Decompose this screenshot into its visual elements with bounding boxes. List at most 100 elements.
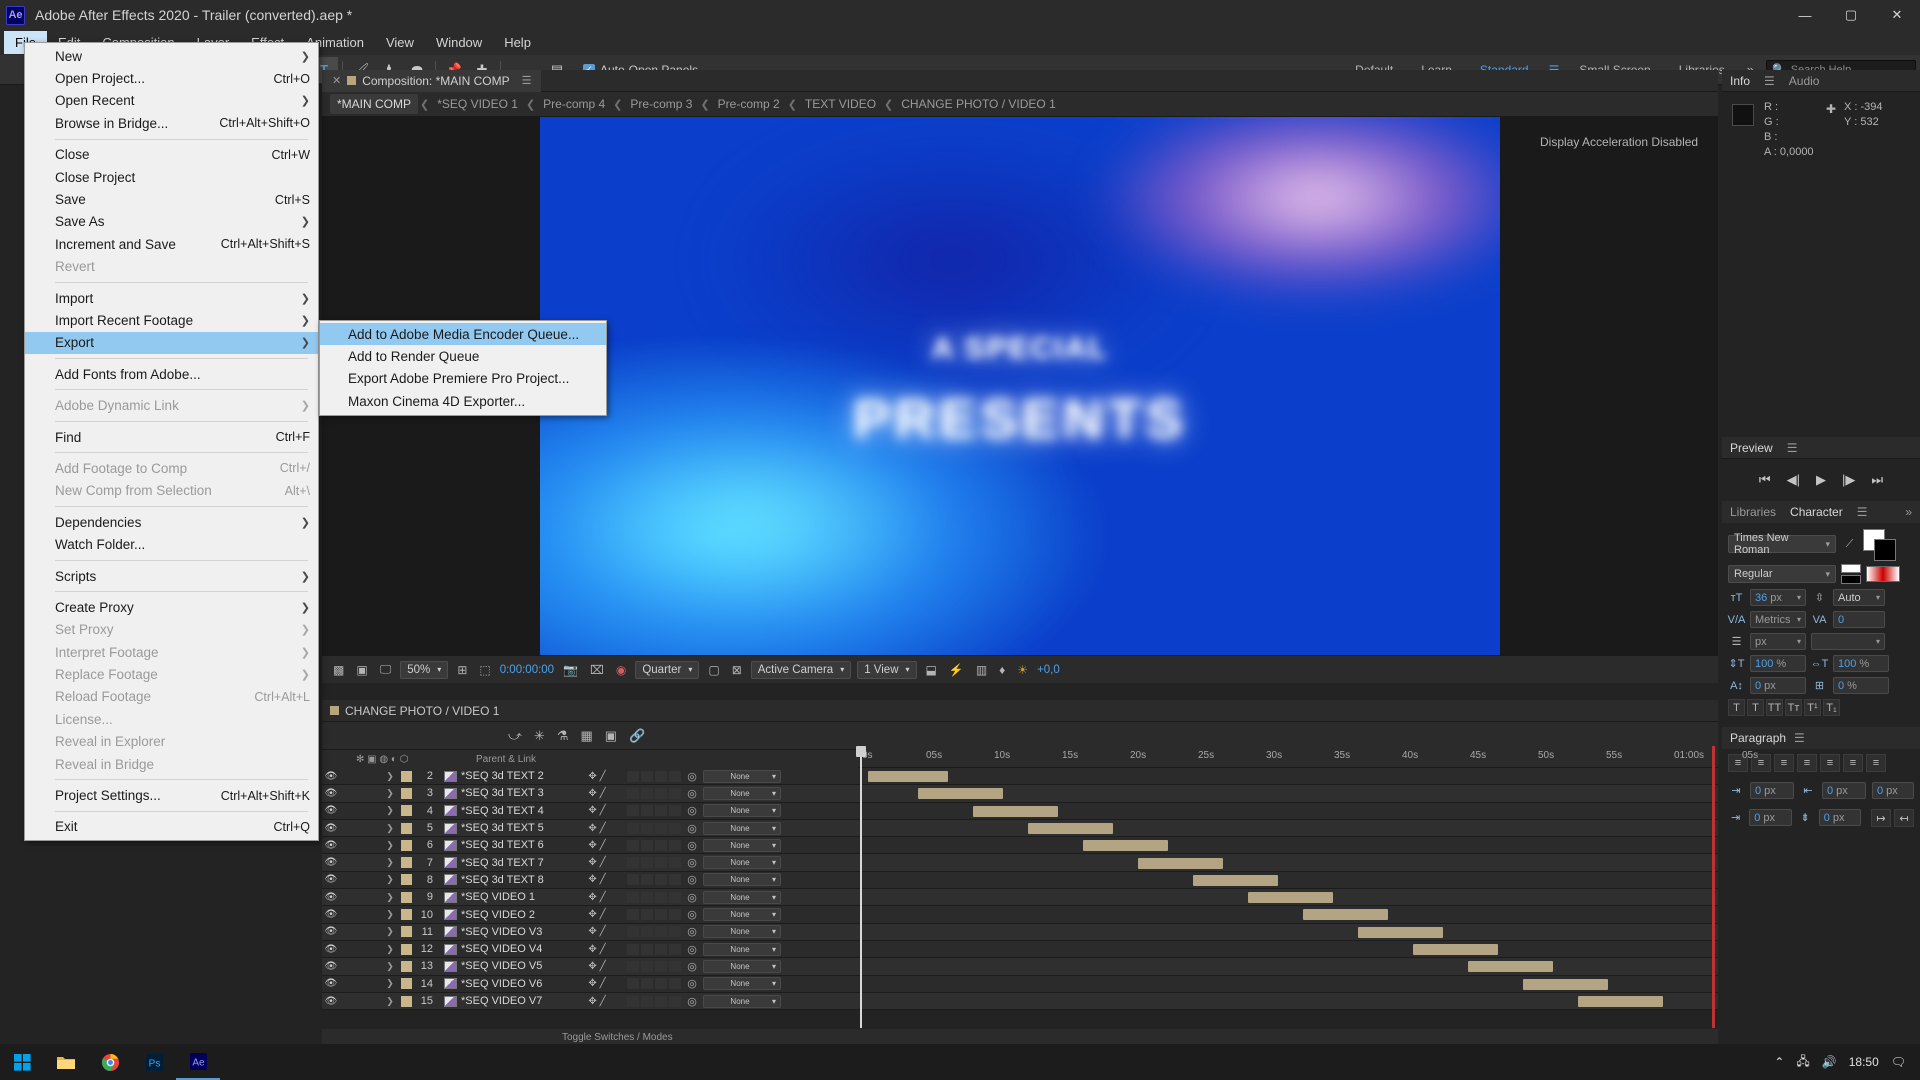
minimize-button[interactable]: — bbox=[1782, 0, 1828, 30]
layer-switches[interactable]: ✥ ╱ bbox=[573, 926, 621, 937]
parent-pickwhip-icon[interactable]: ◎ bbox=[681, 977, 703, 990]
tab-paragraph[interactable]: Paragraph bbox=[1730, 731, 1786, 745]
layer-switch-boxes[interactable] bbox=[621, 960, 681, 972]
layer-switches[interactable]: ✥ ╱ bbox=[573, 978, 621, 989]
menu-view[interactable]: View bbox=[375, 31, 425, 54]
layer-switch-boxes[interactable] bbox=[621, 926, 681, 938]
timeline-bars-area[interactable] bbox=[858, 768, 1718, 1028]
layer-duration-bar[interactable] bbox=[1413, 944, 1498, 955]
hide-shy-icon[interactable]: ▣ bbox=[605, 728, 617, 744]
parent-select[interactable]: None ▾ bbox=[703, 769, 781, 783]
layer-name[interactable]: *SEQ VIDEO 2 bbox=[461, 909, 573, 921]
layer-duration-bar[interactable] bbox=[1303, 909, 1388, 921]
first-frame-button[interactable]: ⏮ bbox=[1759, 472, 1771, 488]
layer-name[interactable]: *SEQ VIDEO V4 bbox=[461, 943, 573, 955]
export-submenu-item-1[interactable]: Add to Render Queue bbox=[320, 345, 606, 367]
tab-libraries[interactable]: Libraries bbox=[1730, 505, 1776, 519]
link-icon[interactable]: 🔗 bbox=[629, 728, 645, 744]
brainstorm-icon[interactable]: ⚗ bbox=[557, 728, 569, 744]
export-submenu-item-2[interactable]: Export Adobe Premiere Pro Project... bbox=[320, 368, 606, 390]
baseline-shift-field[interactable]: 0 px bbox=[1750, 677, 1806, 694]
paragraph-panel-menu-icon[interactable]: ☰ bbox=[1794, 731, 1805, 745]
layer-color-swatch[interactable] bbox=[398, 891, 415, 903]
layer-switch-boxes[interactable] bbox=[621, 770, 681, 782]
play-button[interactable]: ▶ bbox=[1816, 472, 1826, 488]
layer-switches[interactable]: ✥ ╱ bbox=[573, 771, 621, 782]
layer-name[interactable]: *SEQ VIDEO V7 bbox=[461, 995, 573, 1007]
eye-icon[interactable]: 👁 bbox=[322, 840, 340, 851]
graph-editor-icon[interactable]: ⤻ bbox=[508, 728, 522, 744]
layer-name[interactable]: *SEQ VIDEO 1 bbox=[461, 891, 573, 903]
eye-icon[interactable]: 👁 bbox=[322, 961, 340, 972]
eye-icon[interactable]: 👁 bbox=[322, 944, 340, 955]
close-button[interactable]: ✕ bbox=[1874, 0, 1920, 30]
layer-duration-bar[interactable] bbox=[868, 771, 948, 782]
toggle-transparency-icon[interactable]: ▩ bbox=[330, 663, 347, 677]
layer-switch-boxes[interactable] bbox=[621, 943, 681, 955]
indent-left-field[interactable]: 0 px bbox=[1750, 782, 1794, 799]
layer-duration-bar[interactable] bbox=[1083, 840, 1168, 852]
parent-select[interactable]: None ▾ bbox=[703, 959, 781, 973]
eyedropper-icon[interactable]: ⟋ bbox=[1841, 536, 1858, 553]
parent-select[interactable]: None ▾ bbox=[703, 994, 781, 1008]
breadcrumb-item-5[interactable]: TEXT VIDEO bbox=[799, 97, 882, 111]
faux-bold-button[interactable]: T bbox=[1728, 699, 1745, 716]
file-menu-item-dependencies[interactable]: Dependencies ❯ bbox=[25, 511, 318, 533]
reset-exposure-icon[interactable]: ☀ bbox=[1014, 663, 1031, 677]
file-menu-item-find[interactable]: Find Ctrl+F bbox=[25, 426, 318, 448]
layer-color-swatch[interactable] bbox=[398, 960, 415, 972]
eye-icon[interactable]: 👁 bbox=[322, 926, 340, 937]
eye-icon[interactable]: 👁 bbox=[322, 805, 340, 816]
network-icon[interactable]: 🖧 bbox=[1796, 1052, 1809, 1073]
grid-snap-icon[interactable]: ▦ bbox=[580, 728, 592, 744]
parent-pickwhip-icon[interactable]: ◎ bbox=[681, 822, 703, 835]
file-menu-item-save-as[interactable]: Save As ❯ bbox=[25, 211, 318, 233]
layer-switch-boxes[interactable] bbox=[621, 787, 681, 799]
font-style-select[interactable]: Regular ▾ bbox=[1728, 565, 1836, 583]
expand-icon[interactable]: ❯ bbox=[382, 978, 398, 989]
file-menu-item-import[interactable]: Import ❯ bbox=[25, 287, 318, 309]
file-menu-item-scripts[interactable]: Scripts ❯ bbox=[25, 565, 318, 587]
layer-switches[interactable]: ✥ ╱ bbox=[573, 788, 621, 799]
fast-previews-icon[interactable]: ⚡ bbox=[946, 663, 967, 677]
parent-select[interactable]: None ▾ bbox=[703, 942, 781, 956]
notifications-icon[interactable]: 🗨 bbox=[1891, 1055, 1906, 1069]
character-overflow-icon[interactable]: » bbox=[1905, 505, 1912, 519]
expand-icon[interactable]: ❯ bbox=[382, 857, 398, 868]
layer-duration-bar[interactable] bbox=[1578, 995, 1663, 1007]
breadcrumb-item-1[interactable]: *SEQ VIDEO 1 bbox=[431, 97, 524, 111]
layer-color-swatch[interactable] bbox=[398, 943, 415, 955]
black-swatch[interactable] bbox=[1841, 575, 1861, 584]
layer-switch-boxes[interactable] bbox=[621, 839, 681, 851]
layer-name[interactable]: *SEQ 3d TEXT 5 bbox=[461, 822, 573, 834]
layer-switches[interactable]: ✥ ╱ bbox=[573, 805, 621, 816]
tab-composition[interactable]: ✕ Composition: *MAIN COMP ☰ bbox=[322, 69, 542, 92]
layer-color-swatch[interactable] bbox=[398, 874, 415, 886]
layer-duration-bar[interactable] bbox=[1523, 978, 1608, 990]
expand-icon[interactable]: ❯ bbox=[382, 892, 398, 903]
file-menu-item-watch-folder[interactable]: Watch Folder... bbox=[25, 533, 318, 555]
exposure-offset[interactable]: +0,0 bbox=[1037, 664, 1060, 676]
menu-window[interactable]: Window bbox=[425, 31, 493, 54]
expand-icon[interactable]: ❯ bbox=[382, 961, 398, 972]
file-menu-dropdown[interactable]: New ❯ Open Project... Ctrl+O Open Recent ❯ Bro… bbox=[24, 42, 319, 842]
parent-pickwhip-icon[interactable]: ◎ bbox=[681, 960, 703, 973]
parent-select[interactable]: None ▾ bbox=[703, 908, 781, 922]
parent-pickwhip-icon[interactable]: ◎ bbox=[681, 891, 703, 904]
camera-select[interactable]: Active Camera ▾ bbox=[750, 660, 852, 679]
work-area-end-marker[interactable] bbox=[1712, 746, 1715, 1028]
justify-last-center-icon[interactable]: ≡ bbox=[1820, 754, 1840, 772]
layer-switches[interactable]: ✥ ╱ bbox=[573, 874, 621, 885]
layer-switch-boxes[interactable] bbox=[621, 978, 681, 990]
file-menu-item-close-project[interactable]: Close Project bbox=[25, 166, 318, 188]
parent-pickwhip-icon[interactable]: ◎ bbox=[681, 873, 703, 886]
layer-duration-bar[interactable] bbox=[1138, 857, 1223, 869]
file-menu-item-save[interactable]: Save Ctrl+S bbox=[25, 188, 318, 210]
export-submenu-item-0[interactable]: Add to Adobe Media Encoder Queue... bbox=[320, 323, 606, 346]
layer-name[interactable]: *SEQ 3d TEXT 7 bbox=[461, 857, 573, 869]
fill-stroke-swatches[interactable] bbox=[1863, 529, 1897, 561]
current-time-indicator[interactable] bbox=[860, 746, 862, 1028]
pixel-aspect-icon[interactable]: ⬓ bbox=[923, 663, 940, 677]
expand-icon[interactable]: ❯ bbox=[382, 926, 398, 937]
layer-name[interactable]: *SEQ 3d TEXT 2 bbox=[461, 770, 573, 782]
